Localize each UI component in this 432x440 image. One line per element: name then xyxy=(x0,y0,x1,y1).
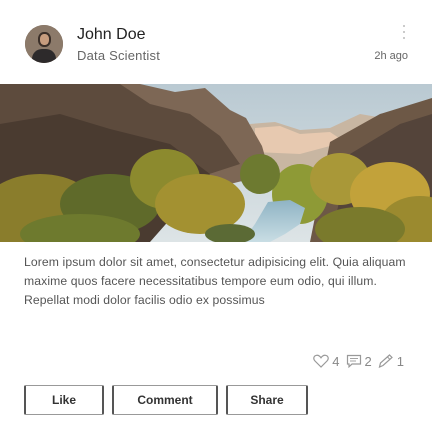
comment-icon xyxy=(346,354,361,368)
post-image[interactable] xyxy=(0,84,432,242)
author-name[interactable]: John Doe xyxy=(77,26,146,44)
post-text: Lorem ipsum dolor sit amet, consectetur … xyxy=(24,255,406,307)
share-button[interactable]: Share xyxy=(226,385,308,415)
more-vertical-icon[interactable] xyxy=(400,25,408,39)
comments-count: 2 xyxy=(364,353,372,369)
avatar[interactable] xyxy=(25,25,63,63)
author-title: Data Scientist xyxy=(77,48,161,63)
post-stats: 4 2 1 xyxy=(313,352,404,370)
likes-stat[interactable]: 4 xyxy=(313,353,340,369)
post-timestamp: 2h ago xyxy=(374,50,408,62)
comments-stat[interactable]: 2 xyxy=(346,354,372,369)
comment-button[interactable]: Comment xyxy=(112,385,218,415)
canyon-landscape-photo xyxy=(0,84,432,242)
likes-count: 4 xyxy=(332,353,340,369)
like-button[interactable]: Like xyxy=(24,385,104,415)
post-header: John Doe Data Scientist 2h ago xyxy=(0,0,432,84)
heart-icon xyxy=(313,354,330,368)
shares-stat[interactable]: 1 xyxy=(378,354,404,369)
share-icon xyxy=(378,354,393,368)
shares-count: 1 xyxy=(396,353,404,369)
post-actions: Like Comment Share xyxy=(24,385,308,415)
